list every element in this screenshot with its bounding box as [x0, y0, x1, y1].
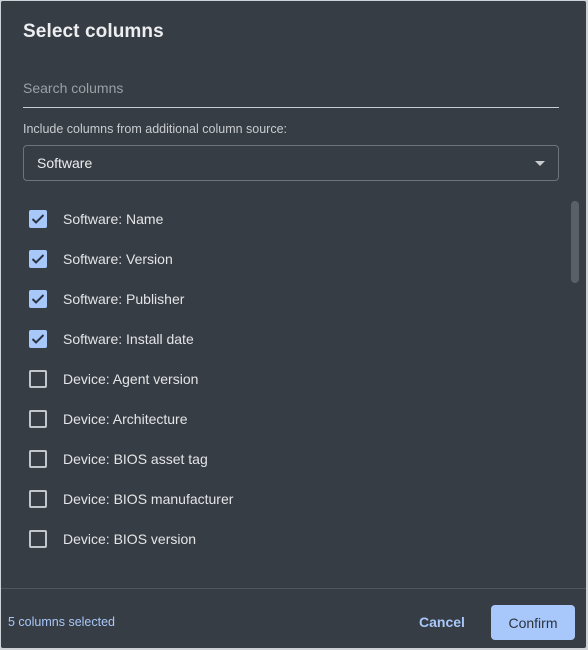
- cancel-button[interactable]: Cancel: [409, 605, 475, 639]
- checkbox-unchecked[interactable]: [29, 370, 47, 388]
- checkmark-icon: [31, 334, 45, 344]
- column-option[interactable]: Device: Agent version: [29, 359, 198, 399]
- column-option-label: Software: Name: [63, 211, 164, 227]
- column-option-label: Device: Architecture: [63, 411, 188, 427]
- dialog-title: Select columns: [23, 21, 164, 42]
- column-source-select[interactable]: Software: [23, 145, 559, 181]
- column-option[interactable]: Device: BIOS version: [29, 519, 196, 559]
- list-scrollbar[interactable]: [571, 201, 579, 283]
- checkmark-icon: [31, 294, 45, 304]
- column-option-label: Software: Version: [63, 251, 173, 267]
- column-option[interactable]: Device: BIOS manufacturer: [29, 479, 233, 519]
- checkbox-unchecked[interactable]: [29, 530, 47, 548]
- caret-down-icon: [535, 161, 545, 166]
- column-option-label: Device: BIOS asset tag: [63, 451, 208, 467]
- confirm-button[interactable]: Confirm: [491, 605, 575, 640]
- checkmark-icon: [31, 214, 45, 224]
- select-columns-dialog: Select columns Include columns from addi…: [1, 1, 586, 648]
- checkbox-checked[interactable]: [29, 290, 47, 308]
- column-option-label: Device: BIOS version: [63, 531, 197, 547]
- search-field: [23, 73, 559, 108]
- column-option-label: Software: Publisher: [63, 291, 185, 307]
- column-option-label: Software: Install date: [63, 331, 194, 347]
- selection-status: 5 columns selected: [8, 615, 116, 629]
- column-option[interactable]: Device: BIOS asset tag: [29, 439, 208, 479]
- column-option-label: Device: BIOS manufacturer: [63, 491, 234, 507]
- checkbox-checked[interactable]: [29, 330, 47, 348]
- column-option[interactable]: Device: Architecture: [29, 399, 188, 439]
- checkbox-checked[interactable]: [29, 250, 47, 268]
- checkmark-icon: [31, 254, 45, 264]
- checkbox-unchecked[interactable]: [29, 450, 47, 468]
- column-source-label: Include columns from additional column s…: [23, 122, 288, 136]
- column-option[interactable]: Software: Publisher: [29, 279, 184, 319]
- column-source-value: Software: [37, 155, 93, 171]
- column-option-label: Device: Agent version: [63, 371, 199, 387]
- column-option[interactable]: Software: Name: [29, 199, 163, 239]
- column-option[interactable]: Software: Version: [29, 239, 173, 279]
- columns-list: Software: Name Software: Version Software:…: [1, 199, 561, 579]
- checkbox-unchecked[interactable]: [29, 490, 47, 508]
- checkbox-unchecked[interactable]: [29, 410, 47, 428]
- column-option[interactable]: Software: Install date: [29, 319, 194, 359]
- checkbox-checked[interactable]: [29, 210, 47, 228]
- footer-divider: [1, 588, 586, 589]
- search-input[interactable]: [23, 73, 559, 103]
